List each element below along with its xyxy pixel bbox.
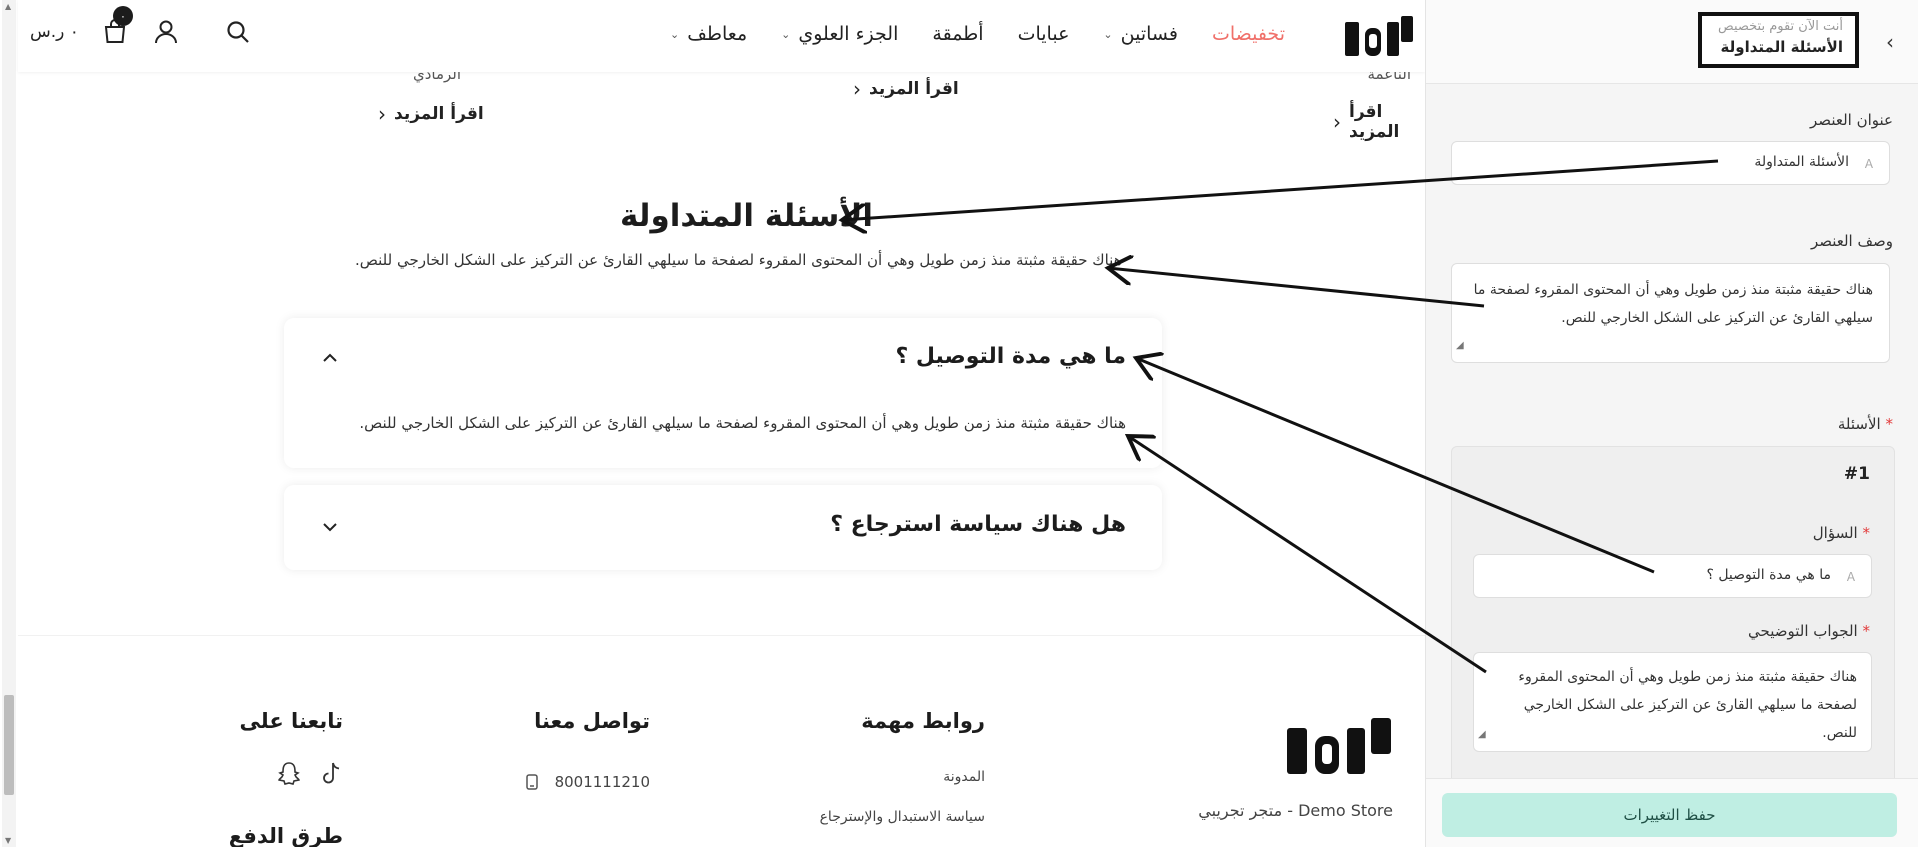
footer-link-returns[interactable]: سياسة الاستبدال والإسترجاع — [820, 809, 985, 825]
footer-payment-title: طرق الدفع — [228, 824, 343, 847]
sidebar-footer: حفظ التغييرات — [1426, 778, 1918, 847]
scrollbar-thumb[interactable] — [4, 695, 14, 795]
resize-grip-icon[interactable]: ◢ — [1478, 721, 1486, 749]
faq-accordion-item[interactable]: هل هناك سياسة استرجاع ؟ — [284, 485, 1162, 570]
snapchat-icon[interactable] — [277, 761, 301, 787]
nav-item-dresses[interactable]: فساتين ⌄ — [1103, 23, 1178, 45]
customizing-hint: أنت الآن تقوم بتخصيص — [1718, 19, 1843, 34]
footer-link-blog[interactable]: المدونة — [943, 769, 985, 785]
preview-scrollbar[interactable]: ▲ ▼ — [2, 0, 16, 847]
store-preview: ▲ ▼ تخفيضات فساتين ⌄ عبايات أطمقة الجزء ا… — [0, 0, 1425, 847]
header-actions: ٠ ر.س ٠ — [30, 6, 251, 46]
footer-links-title: روابط مهمة — [861, 709, 985, 733]
phone-icon — [525, 774, 538, 790]
chevron-right-icon: › — [853, 77, 861, 101]
footer-logo[interactable] — [1285, 716, 1395, 776]
currency-total[interactable]: ٠ ر.س — [30, 22, 79, 42]
store-footer: متجر تجريبي - Demo Store روابط مهمة المد… — [18, 635, 1425, 847]
social-links — [277, 761, 343, 787]
store-logo[interactable] — [1343, 14, 1415, 58]
scroll-down-arrow-icon[interactable]: ▼ — [5, 836, 11, 845]
faq-question[interactable]: ما هي مدة التوصيل ؟ — [895, 344, 1126, 369]
element-description-label: وصف العنصر — [1810, 232, 1893, 250]
resize-grip-icon[interactable]: ◢ — [1456, 332, 1464, 360]
element-title-label: عنوان العنصر — [1810, 111, 1893, 129]
question-input[interactable]: Ａ ما هي مدة التوصيل ؟ — [1473, 554, 1872, 598]
chevron-down-icon[interactable] — [320, 517, 340, 537]
faq-accordion-item[interactable]: ما هي مدة التوصيل ؟ هناك حقيقة مثبتة منذ… — [284, 318, 1162, 468]
product-cards-row: الناعمة الرمادي › اقرأ المزيد › اقرأ المزي… — [18, 64, 1425, 142]
answer-textarea[interactable]: هناك حقيقة مثبتة منذ زمن طويل وهي أن الم… — [1473, 652, 1872, 752]
faq-section-description: هناك حقيقة مثبتة منذ زمن طويل وهي أن الم… — [355, 251, 1122, 269]
scroll-up-arrow-icon[interactable]: ▲ — [5, 2, 11, 11]
faq-section-title: الأسئلة المتداولة — [620, 198, 874, 234]
tiktok-icon[interactable] — [319, 761, 343, 787]
footer-contact-title: تواصل معنا — [534, 709, 650, 733]
chevron-down-icon: ⌄ — [1103, 27, 1113, 41]
read-more-link[interactable]: › اقرأ المزيد — [378, 102, 484, 126]
search-icon[interactable] — [225, 19, 251, 45]
read-more-link[interactable]: › اقرأ المزيد — [853, 77, 959, 101]
chevron-down-icon: ⌄ — [781, 27, 791, 41]
text-type-icon: Ａ — [1844, 570, 1857, 584]
footer-follow-title: تابعنا على — [239, 709, 343, 733]
back-chevron-icon[interactable]: ‹ — [1886, 30, 1894, 54]
chevron-down-icon: ⌄ — [670, 27, 680, 41]
faq-question[interactable]: هل هناك سياسة استرجاع ؟ — [830, 512, 1126, 537]
customizing-section-name: الأسئلة المتداولة — [1720, 38, 1843, 56]
sidebar-header: ‹ أنت الآن تقوم بتخصيص الأسئلة المتداولة — [1426, 0, 1918, 84]
nav-item-coats[interactable]: معاطف ⌄ — [670, 23, 747, 45]
footer-store-name: متجر تجريبي - Demo Store — [1198, 801, 1393, 820]
faq-answer: هناك حقيقة مثبتة منذ زمن طويل وهي أن الم… — [359, 414, 1126, 432]
editor-sidebar: ‹ أنت الآن تقوم بتخصيص الأسئلة المتداولة… — [1425, 0, 1918, 847]
nav-item-sale[interactable]: تخفيضات — [1212, 23, 1285, 45]
chevron-right-icon: › — [378, 102, 386, 126]
text-type-icon: Ａ — [1862, 157, 1875, 171]
store-header: تخفيضات فساتين ⌄ عبايات أطمقة الجزء العلو… — [18, 0, 1425, 72]
cart-button[interactable]: ٠ — [103, 6, 133, 46]
footer-phone[interactable]: 8001111210 — [525, 773, 650, 791]
question-item-card: #1 السؤال * Ａ ما هي مدة التوصيل ؟ الجواب… — [1451, 446, 1895, 786]
answer-label: الجواب التوضيحي * — [1748, 622, 1870, 640]
questions-label: الأسئلة * — [1837, 415, 1893, 433]
chevron-right-icon: › — [1333, 110, 1341, 134]
save-changes-button[interactable]: حفظ التغييرات — [1442, 793, 1897, 837]
user-account-icon[interactable] — [153, 19, 179, 45]
nav-item-sets[interactable]: أطمقة — [932, 23, 983, 45]
question-number: #1 — [1843, 464, 1870, 484]
read-more-link[interactable]: › اقرأ المزيد — [1333, 102, 1425, 142]
chevron-up-icon[interactable] — [320, 348, 340, 368]
element-description-textarea[interactable]: هناك حقيقة مثبتة منذ زمن طويل وهي أن الم… — [1451, 263, 1890, 363]
nav-item-tops[interactable]: الجزء العلوي ⌄ — [781, 23, 898, 45]
question-label: السؤال * — [1812, 524, 1870, 542]
cart-count-badge: ٠ — [112, 6, 133, 26]
element-title-input[interactable]: Ａ الأسئلة المتداولة — [1451, 141, 1890, 185]
customizing-context-box: أنت الآن تقوم بتخصيص الأسئلة المتداولة — [1698, 12, 1859, 68]
main-nav: تخفيضات فساتين ⌄ عبايات أطمقة الجزء العلو… — [670, 23, 1285, 45]
nav-item-abayas[interactable]: عبايات — [1018, 23, 1070, 45]
